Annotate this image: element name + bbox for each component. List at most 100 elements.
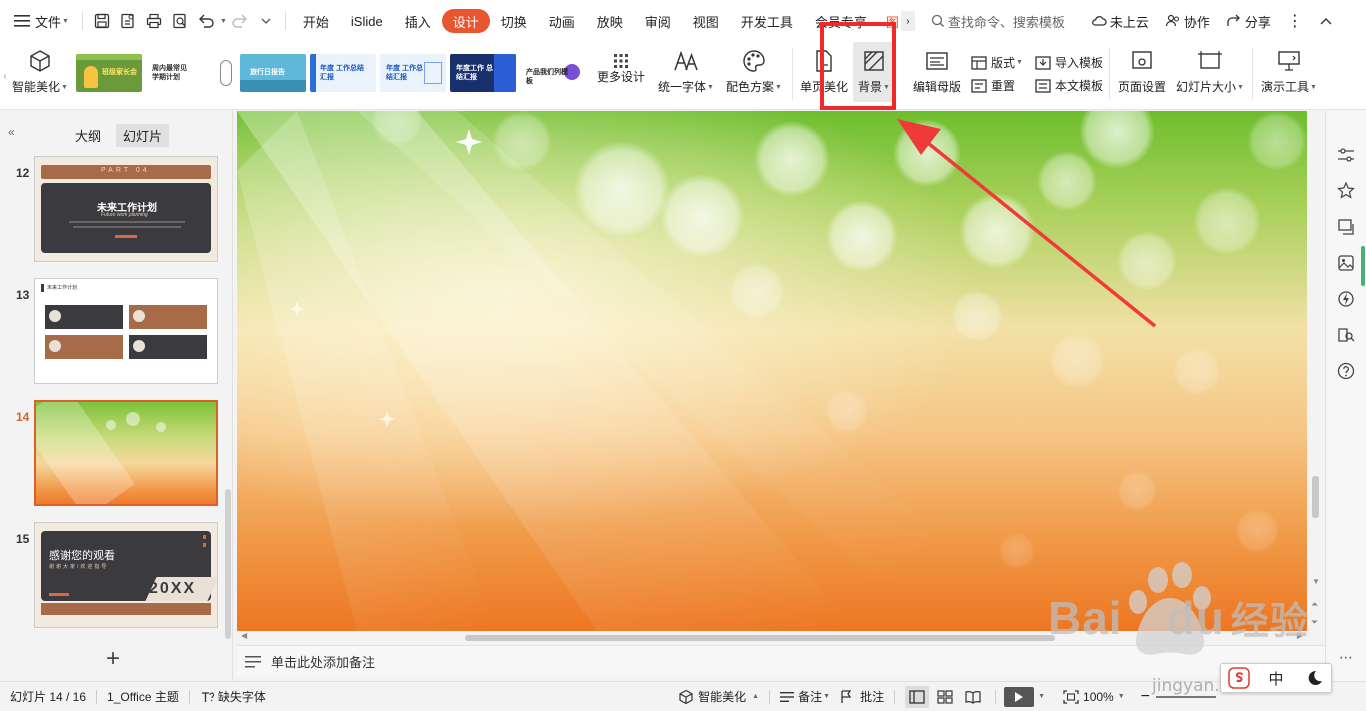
ime-mode-toggle[interactable]: 中	[1258, 664, 1295, 692]
layout-label: 版式	[991, 56, 1016, 70]
status-smart-beautify-button[interactable]: 智能美化 ▲	[668, 688, 769, 705]
tab-review[interactable]: 审阅	[634, 9, 682, 33]
cloud-status-button[interactable]: 未上云	[1083, 12, 1157, 31]
tab-outline[interactable]: 大纲	[68, 124, 108, 147]
add-slide-button[interactable]: +	[106, 645, 120, 673]
sogou-ime-icon[interactable]	[1221, 664, 1258, 692]
next-slide-icon[interactable]: ⏷	[1311, 617, 1318, 628]
redo-icon[interactable]	[229, 10, 251, 32]
print-icon[interactable]	[143, 10, 165, 32]
vertical-scrollbar[interactable]: ▼ ⏶ ⏷	[1307, 111, 1325, 645]
reset-button[interactable]: 重置	[971, 77, 1023, 94]
tab-developer[interactable]: 开发工具	[730, 9, 804, 33]
template-thumb-3[interactable]	[216, 54, 236, 92]
smart-beautify-button[interactable]: 智能美化▼	[10, 42, 70, 102]
slide-transition-icon[interactable]	[1336, 217, 1356, 237]
prev-slide-icon[interactable]: ⏶	[1311, 599, 1318, 610]
template-thumb-7[interactable]: 年度工作 总结汇报	[450, 54, 516, 92]
slide-number: 13	[16, 288, 30, 302]
slide-panel-scrollbar[interactable]	[225, 489, 231, 639]
reading-mode-icon[interactable]	[1336, 325, 1356, 345]
sorter-view-button[interactable]	[933, 686, 957, 708]
slide-size-button[interactable]: 幻灯片大小▼	[1174, 42, 1246, 102]
layout-button[interactable]: 版式 ▼	[971, 54, 1023, 71]
notes-pane[interactable]: 单击此处添加备注	[237, 645, 1325, 677]
status-notes-button[interactable]: 备注 ▼	[770, 688, 840, 705]
text-template-button[interactable]: 本文模板	[1035, 77, 1103, 94]
presentation-tools-label: 演示工具	[1260, 80, 1309, 94]
reading-view-button[interactable]	[961, 686, 985, 708]
tab-animations[interactable]: 动画	[538, 9, 586, 33]
tab-home[interactable]: 开始	[292, 9, 340, 33]
undo-icon[interactable]	[195, 10, 217, 32]
template-thumb-6[interactable]: 年度 工作总结汇报	[380, 54, 446, 92]
tab-view[interactable]: 视图	[682, 9, 730, 33]
more-options-icon[interactable]: ⋮	[1279, 11, 1312, 31]
tab-transitions[interactable]: 切换	[490, 9, 538, 33]
scroll-down-arrow-icon[interactable]: ▼	[1312, 577, 1320, 586]
slide-canvas[interactable]	[237, 111, 1307, 631]
print-preview-icon[interactable]	[169, 10, 191, 32]
share-button[interactable]: 分享	[1218, 12, 1279, 31]
undo-dropdown-icon[interactable]: ▼	[220, 18, 227, 25]
customize-quick-access-icon[interactable]	[255, 10, 277, 32]
scroll-left-arrow-icon[interactable]: ◀	[241, 631, 247, 640]
template-thumb-1[interactable]: 班级家长会	[76, 54, 142, 92]
ai-assistant-icon[interactable]	[1336, 289, 1356, 309]
template-thumb-4[interactable]: 旅行日报告	[240, 54, 306, 92]
slide-thumbnail-15[interactable]: 感谢您的观看 谢谢大家/欢迎指导 20XX	[34, 522, 218, 628]
collapse-ribbon-icon[interactable]	[1312, 17, 1343, 25]
search-input[interactable]: 查找命令、搜索模板	[923, 8, 1083, 34]
play-slideshow-button[interactable]	[1004, 686, 1035, 707]
theme-name[interactable]: 1_Office 主题	[97, 688, 189, 705]
file-menu[interactable]: 文件 ▼	[0, 7, 76, 35]
tab-slideshow[interactable]: 放映	[586, 9, 634, 33]
fit-to-window-button[interactable]: 100% ▼	[1053, 690, 1135, 704]
export-pdf-icon[interactable]	[117, 10, 139, 32]
properties-icon[interactable]	[1336, 145, 1356, 165]
moon-icon[interactable]	[1294, 664, 1331, 692]
template-thumb-5[interactable]: 年度 工作总结汇报	[310, 54, 376, 92]
grid-view-icon	[937, 689, 953, 704]
slide-thumbnail-12[interactable]: PART 04 未来工作计划 Future work planning	[34, 156, 218, 262]
slide-thumbnail-14[interactable]	[34, 400, 218, 506]
text-template-icon	[1035, 78, 1051, 93]
collapse-panel-icon[interactable]: «	[8, 125, 14, 139]
normal-view-button[interactable]	[905, 685, 930, 708]
zoom-level[interactable]: 100%	[1083, 690, 1114, 704]
slide-thumbnail-13[interactable]: 未来工作计划	[34, 278, 218, 384]
template-thumb-2[interactable]: 周内最常见 学期计划	[146, 54, 212, 92]
status-comments-button[interactable]: 批注	[840, 688, 894, 705]
template-thumb-8[interactable]: 产品我们列模板	[520, 54, 586, 92]
more-icon[interactable]: ⋯	[1336, 647, 1356, 667]
effects-star-icon[interactable]	[1336, 181, 1356, 201]
presentation-tools-button[interactable]: 演示工具▼	[1259, 42, 1319, 102]
horizontal-scroll-thumb[interactable]	[465, 635, 1055, 641]
missing-font-button[interactable]: 缺失字体	[190, 688, 276, 705]
ribbon-scroll-left-icon[interactable]: ‹	[0, 42, 10, 110]
smart-beautify-label: 智能美化	[12, 80, 61, 94]
template-group: 导入模板 本文模板	[1035, 42, 1103, 102]
active-panel-indicator	[1361, 246, 1365, 286]
tab-scroll-right-icon[interactable]: ›	[900, 11, 915, 31]
slide-header-text: PART 04	[101, 167, 150, 174]
edit-master-button[interactable]: 编辑母版	[909, 42, 965, 102]
tab-design[interactable]: 设计	[441, 9, 490, 33]
ime-toolbar[interactable]: 中	[1220, 663, 1332, 693]
more-design-button[interactable]: 更多设计	[592, 42, 650, 102]
image-tools-icon[interactable]	[1336, 253, 1356, 273]
import-template-button[interactable]: 导入模板	[1035, 54, 1103, 71]
more-design-label: 更多设计	[596, 70, 645, 84]
collaborate-button[interactable]: 协作	[1157, 12, 1218, 31]
notes-icon	[245, 655, 261, 667]
tab-insert[interactable]: 插入	[394, 9, 442, 33]
unify-font-button[interactable]: 统一字体▼	[654, 42, 718, 102]
vertical-scroll-thumb[interactable]	[1312, 476, 1319, 518]
tab-islide[interactable]: iSlide	[340, 9, 394, 33]
color-scheme-button[interactable]: 配色方案▼	[722, 42, 786, 102]
save-icon[interactable]	[91, 10, 113, 32]
page-setup-button[interactable]: 页面设置	[1116, 42, 1168, 102]
help-icon[interactable]	[1336, 361, 1356, 381]
tab-slides[interactable]: 幻灯片	[116, 124, 170, 147]
chevron-down-icon[interactable]: ▼	[1038, 693, 1045, 700]
